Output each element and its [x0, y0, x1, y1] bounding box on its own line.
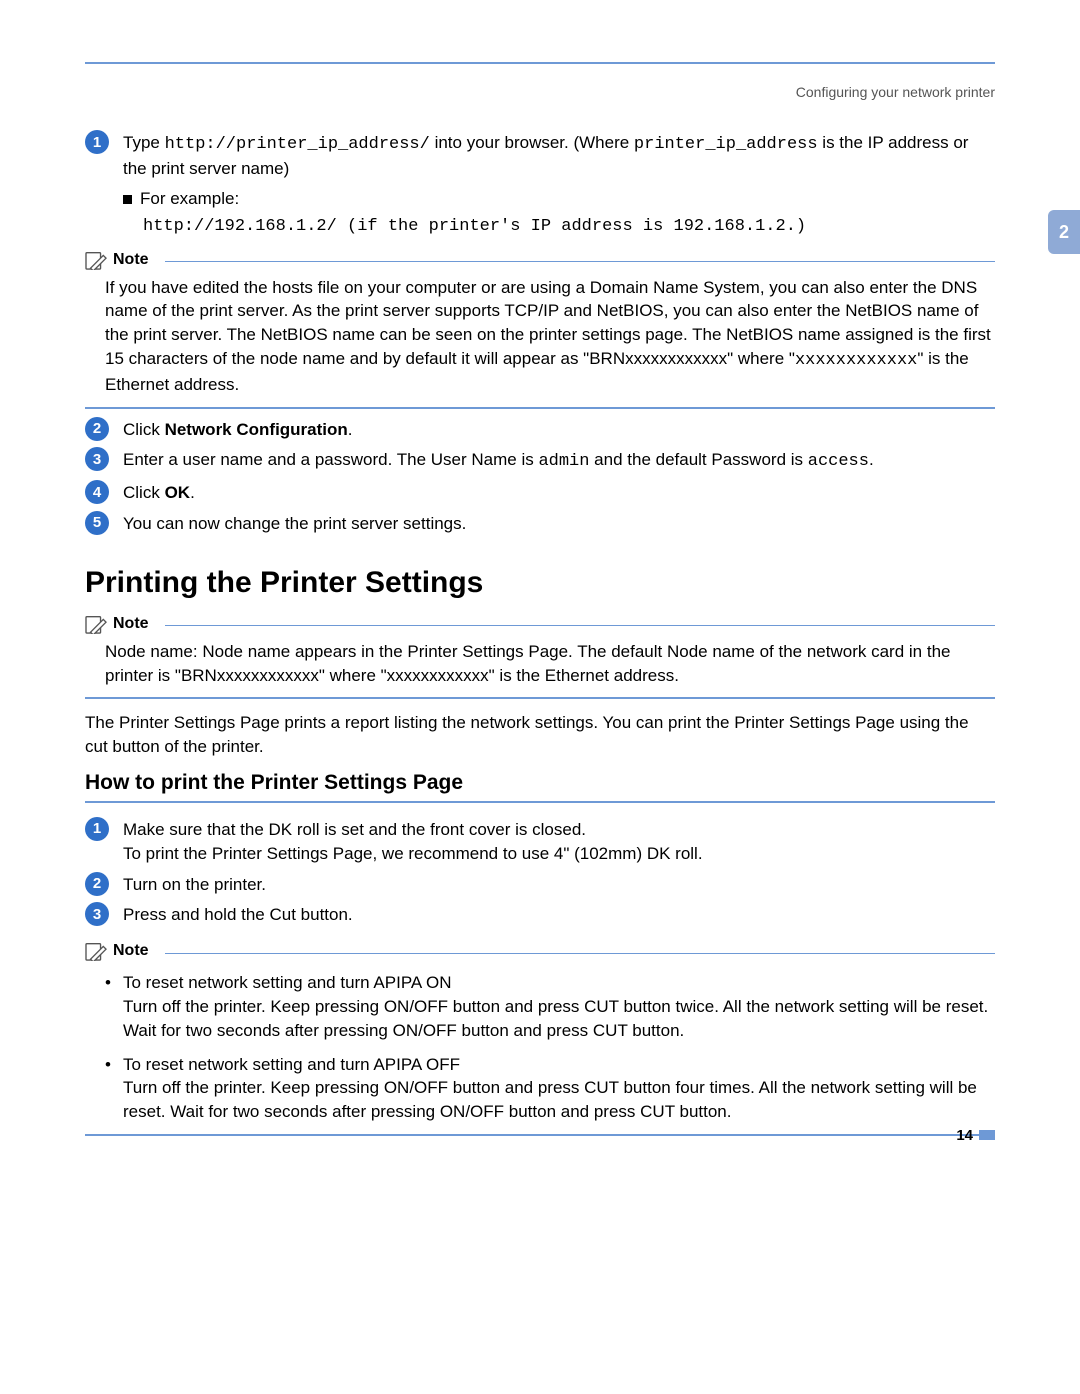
- code-text: http://printer_ip_address/: [165, 135, 430, 154]
- note-bottom-rule: [85, 697, 995, 699]
- step-body: Click Network Configuration.: [123, 417, 995, 442]
- text: into your browser. (Where: [430, 133, 634, 152]
- step-item: 3 Enter a user name and a password. The …: [85, 447, 995, 474]
- step-item: 2 Turn on the printer.: [85, 872, 995, 897]
- text: Click: [123, 420, 165, 439]
- text: .: [869, 450, 874, 469]
- page-number-deco-icon: [979, 1130, 995, 1140]
- note-body: If you have edited the hosts file on you…: [85, 276, 995, 397]
- step-body: Enter a user name and a password. The Us…: [123, 447, 995, 474]
- note-list: To reset network setting and turn APIPA …: [85, 971, 995, 1124]
- code-text: access: [808, 452, 869, 471]
- note-pencil-icon: [85, 614, 107, 634]
- chapter-tab: 2: [1048, 210, 1080, 254]
- text: Make sure that the DK roll is set and th…: [123, 820, 586, 839]
- step-item: 3 Press and hold the Cut button.: [85, 902, 995, 927]
- text: Type: [123, 133, 165, 152]
- step-item: 1 Make sure that the DK roll is set and …: [85, 817, 995, 866]
- bold-text: OK: [165, 483, 191, 502]
- note-item-head: To reset network setting and turn APIPA …: [123, 1055, 460, 1074]
- subsection-title: How to print the Printer Settings Page: [85, 771, 995, 795]
- step-number-badge: 2: [85, 872, 109, 896]
- note-label: Note: [113, 615, 149, 633]
- note-bottom-rule: [85, 1134, 995, 1136]
- step-body: Click OK.: [123, 480, 995, 505]
- bold-text: Network Configuration: [165, 420, 348, 439]
- subsection-rule: [85, 801, 995, 803]
- note-bottom-rule: [85, 407, 995, 409]
- text: You can now change the print server sett…: [123, 514, 466, 533]
- text: .: [190, 483, 195, 502]
- square-bullet-icon: [123, 195, 132, 204]
- note-label: Note: [113, 942, 149, 960]
- step-body: Press and hold the Cut button.: [123, 902, 995, 927]
- note-item-body: Turn off the printer. Keep pressing ON/O…: [123, 1078, 977, 1121]
- note-label: Note: [113, 251, 149, 269]
- note-block: Note If you have edited the hosts file o…: [85, 250, 995, 409]
- note-pencil-icon: [85, 250, 107, 270]
- step-number-badge: 4: [85, 480, 109, 504]
- note-header-rule: [165, 625, 995, 626]
- step-body: Turn on the printer.: [123, 872, 995, 897]
- text: Enter a user name and a password. The Us…: [123, 450, 538, 469]
- step-item: 5 You can now change the print server se…: [85, 511, 995, 536]
- code-text: printer_ip_address: [634, 135, 818, 154]
- step-body: You can now change the print server sett…: [123, 511, 995, 536]
- note-item-head: To reset network setting and turn APIPA …: [123, 973, 452, 992]
- text: To print the Printer Settings Page, we r…: [123, 844, 703, 863]
- text: .: [348, 420, 353, 439]
- section-paragraph: The Printer Settings Page prints a repor…: [85, 711, 995, 759]
- note-block: Note To reset network setting and turn A…: [85, 941, 995, 1136]
- note-block: Note Node name: Node name appears in the…: [85, 614, 995, 700]
- step-number-badge: 1: [85, 817, 109, 841]
- code-text: admin: [538, 452, 589, 471]
- step-number-badge: 5: [85, 511, 109, 535]
- breadcrumb: Configuring your network printer: [85, 84, 995, 100]
- note-pencil-icon: [85, 941, 107, 961]
- note-list-item: To reset network setting and turn APIPA …: [105, 971, 995, 1042]
- step-body: Type http://printer_ip_address/ into you…: [123, 130, 995, 181]
- note-header-rule: [165, 953, 995, 954]
- text: and the default Password is: [589, 450, 807, 469]
- step-body: Make sure that the DK roll is set and th…: [123, 817, 995, 866]
- note-body: Node name: Node name appears in the Prin…: [85, 640, 995, 688]
- step-number-badge: 3: [85, 902, 109, 926]
- step-item: 1 Type http://printer_ip_address/ into y…: [85, 130, 995, 181]
- section-title: Printing the Printer Settings: [85, 566, 995, 600]
- step-number-badge: 2: [85, 417, 109, 441]
- code-text: xxxxxxxxxxxx: [795, 351, 917, 370]
- text: Click: [123, 483, 165, 502]
- step-number-badge: 3: [85, 447, 109, 471]
- note-header-rule: [165, 261, 995, 262]
- example-code: http://192.168.1.2/ (if the printer's IP…: [143, 217, 995, 236]
- example-label: For example:: [140, 189, 239, 208]
- note-item-body: Turn off the printer. Keep pressing ON/O…: [123, 997, 988, 1040]
- top-rule: [85, 62, 995, 64]
- page-number: 14: [956, 1127, 995, 1144]
- example-line: For example:: [123, 189, 995, 209]
- step-number-badge: 1: [85, 130, 109, 154]
- page-number-text: 14: [956, 1127, 973, 1144]
- step-item: 4 Click OK.: [85, 480, 995, 505]
- note-list-item: To reset network setting and turn APIPA …: [105, 1053, 995, 1124]
- step-item: 2 Click Network Configuration.: [85, 417, 995, 442]
